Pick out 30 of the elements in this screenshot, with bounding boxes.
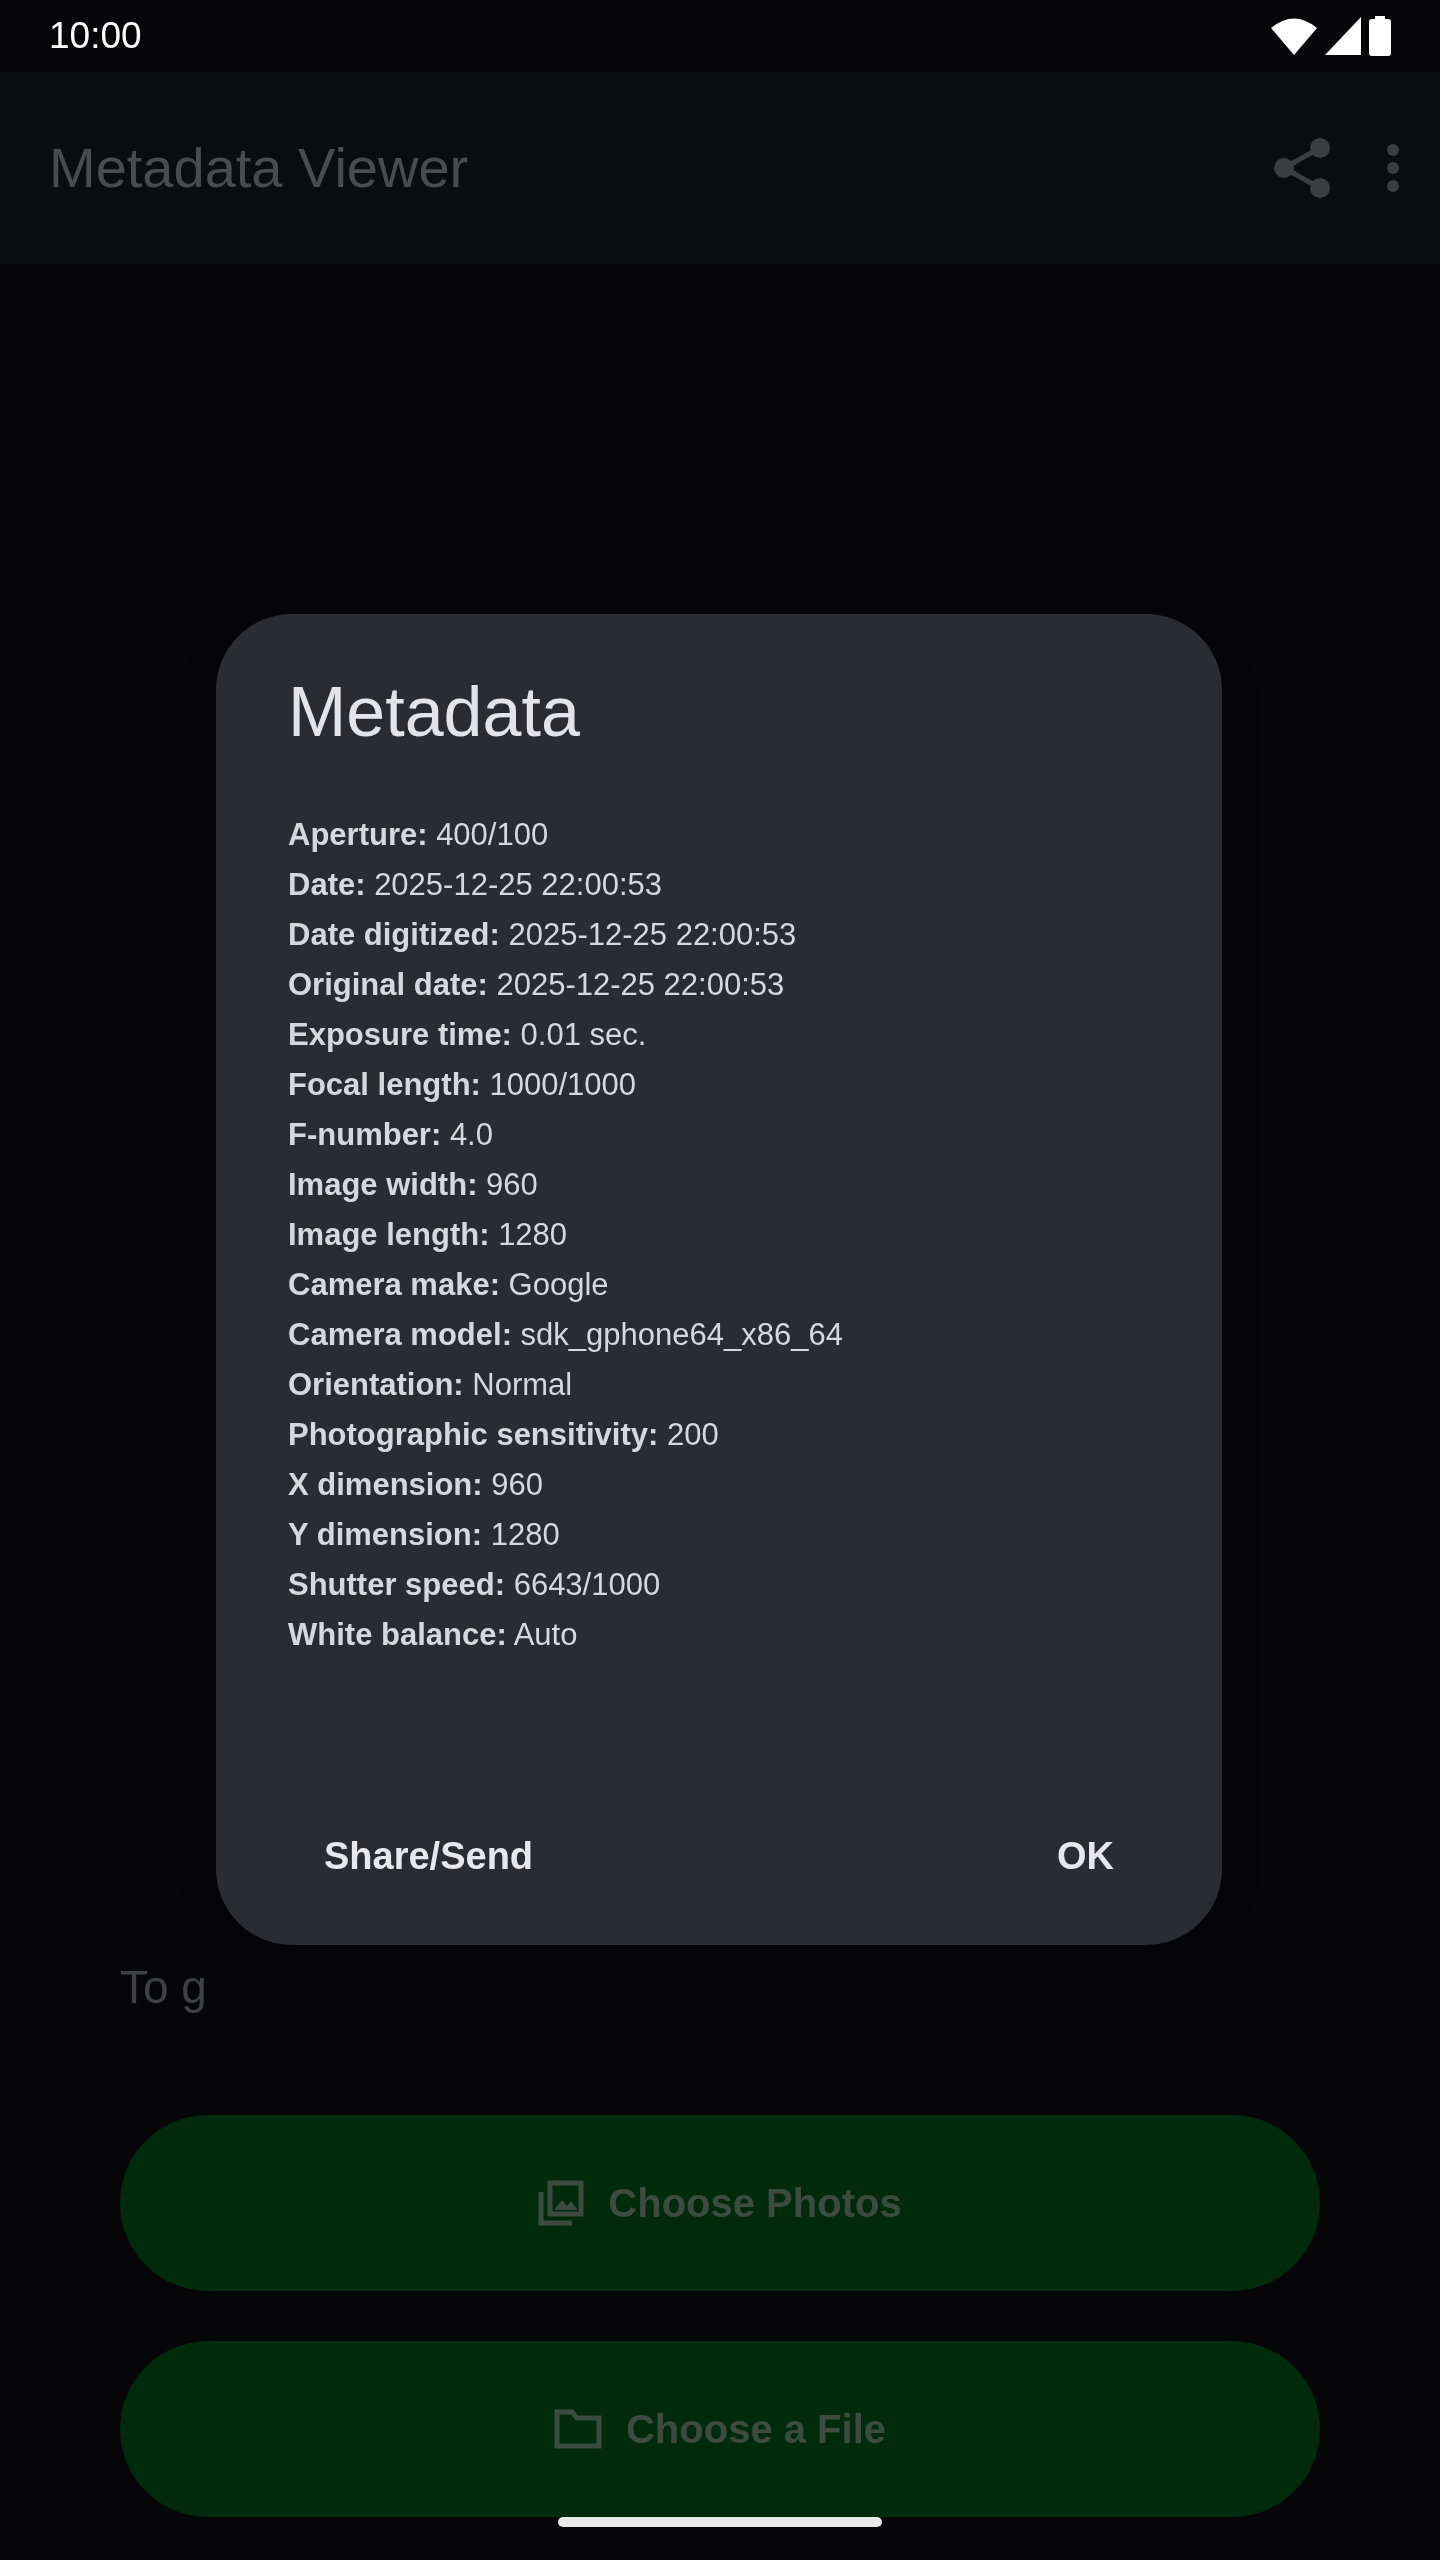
more-options-icon[interactable]	[1386, 143, 1400, 193]
metadata-line: Original date: 2025-12-25 22:00:53	[288, 966, 786, 1004]
metadata-line: X dimension: 960	[288, 1466, 544, 1504]
metadata-line: White balance: Auto	[288, 1616, 579, 1654]
photo-library-icon	[538, 2180, 585, 2226]
battery-icon	[1369, 16, 1391, 56]
metadata-line: F-number: 4.0	[288, 1116, 494, 1154]
dialog-title: Metadata	[288, 672, 581, 753]
ok-button[interactable]: OK	[1021, 1808, 1150, 1905]
metadata-line: Date digitized: 2025-12-25 22:00:53	[288, 916, 798, 954]
metadata-line: Image length: 1280	[288, 1216, 569, 1254]
metadata-line: Focal length: 1000/1000	[288, 1066, 638, 1104]
metadata-line: Image width: 960	[288, 1166, 539, 1204]
metadata-line: Date: 2025-12-25 22:00:53	[288, 866, 663, 904]
home-indicator[interactable]	[558, 2517, 882, 2527]
wifi-icon	[1271, 17, 1317, 55]
metadata-line: Camera model: sdk_gphone64_x86_64	[288, 1316, 844, 1354]
app-title: Metadata Viewer	[49, 135, 469, 201]
share-icon[interactable]	[1274, 138, 1330, 198]
metadata-line: Orientation: Normal	[288, 1366, 574, 1404]
metadata-line: Shutter speed: 6643/1000	[288, 1566, 662, 1604]
metadata-line: Aperture: 400/100	[288, 816, 550, 854]
clock: 10:00	[49, 14, 142, 59]
metadata-line: Camera make: Google	[288, 1266, 610, 1304]
metadata-line: Photographic sensitivity: 200	[288, 1416, 720, 1454]
signal-icon	[1325, 17, 1361, 55]
folder-icon	[553, 2409, 602, 2449]
metadata-line: Y dimension: 1280	[288, 1516, 561, 1554]
share-send-button[interactable]: Share/Send	[288, 1808, 570, 1905]
metadata-line: Exposure time: 0.01 sec.	[288, 1016, 648, 1054]
